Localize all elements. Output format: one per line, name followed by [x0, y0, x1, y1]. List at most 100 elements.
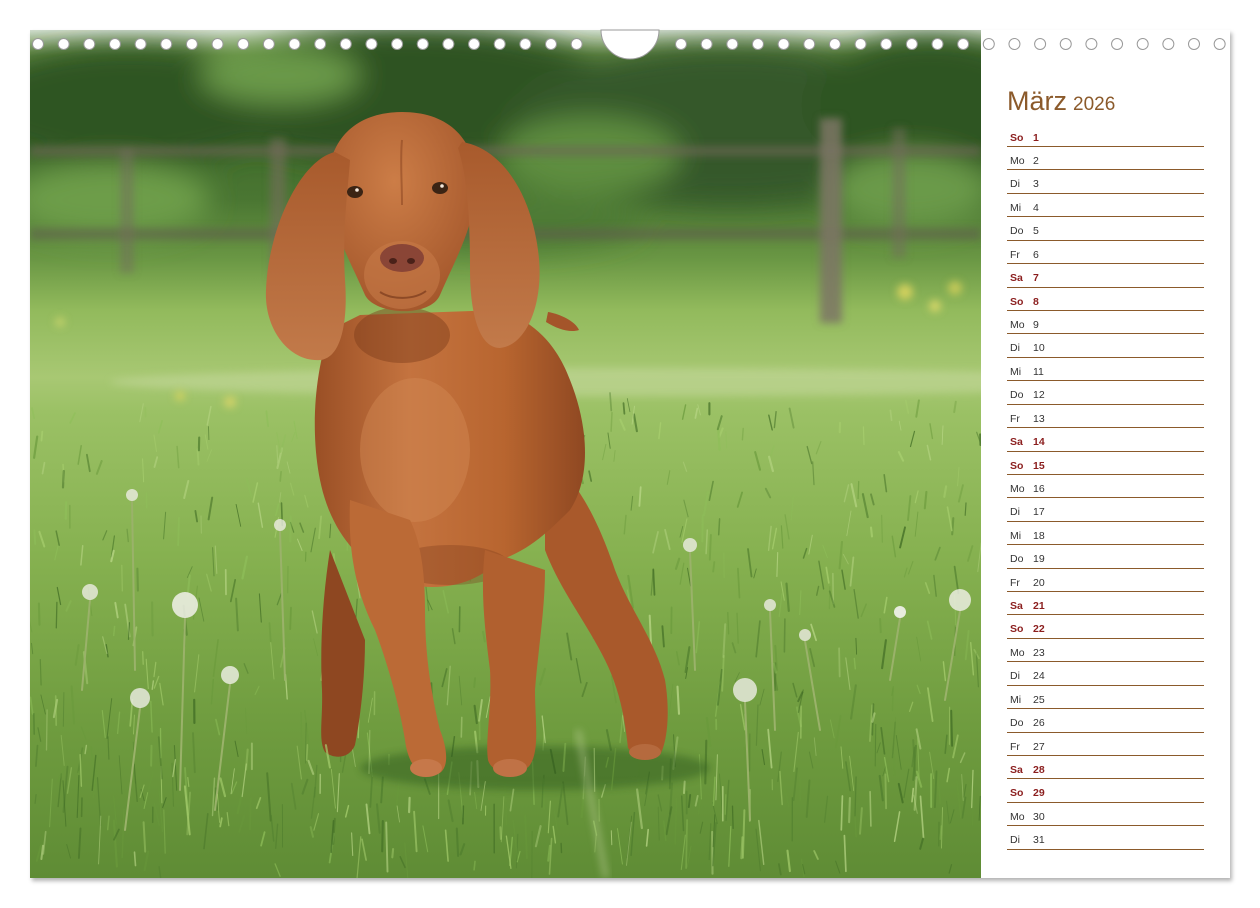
binding-hole — [726, 38, 739, 50]
grass-blade — [268, 622, 272, 643]
grass-blade — [712, 561, 716, 573]
day-number: 31 — [1033, 834, 1045, 847]
day-row: Do 19 — [1007, 545, 1204, 569]
day-number: 27 — [1033, 740, 1045, 753]
grass-blade — [40, 430, 44, 442]
day-row: Di 24 — [1007, 662, 1204, 686]
binding-hole — [211, 38, 224, 50]
weekday-label: Mo — [1010, 318, 1025, 331]
binding-hole — [1034, 38, 1047, 50]
grass-blade — [727, 611, 730, 635]
binding-hole — [57, 38, 70, 50]
grass-blade — [289, 606, 292, 630]
calendar-panel: März 2026 So 1 Mo 2 Di 3 Mi 4 Do 5 Fr 6 Sa 7 So 8 Mo 9 Di 10… — [981, 30, 1230, 878]
weekday-label: Fr — [1010, 412, 1020, 425]
grass-blade — [37, 602, 41, 626]
weekday-label: Mo — [1010, 482, 1025, 495]
binding-hole — [416, 38, 429, 50]
binding-hole — [854, 38, 867, 50]
dandelion-seedhead — [733, 678, 757, 702]
dog-throat-shadow — [354, 307, 450, 363]
day-number: 21 — [1033, 600, 1045, 613]
dog-front-leg-right — [482, 550, 545, 774]
weekday-label: Sa — [1010, 272, 1023, 285]
hanger-notch — [600, 29, 660, 60]
day-number: 10 — [1033, 342, 1045, 355]
grass-blade — [964, 502, 967, 516]
day-number: 15 — [1033, 459, 1045, 472]
photo-canvas — [30, 30, 981, 878]
dandelion-seedhead — [274, 519, 286, 531]
day-row: Do 12 — [1007, 381, 1204, 405]
binding-hole — [931, 38, 944, 50]
puppy-photo — [30, 30, 981, 878]
day-row: Mi 25 — [1007, 686, 1204, 710]
grass-blade — [879, 618, 882, 634]
weekday-label: So — [1010, 131, 1024, 144]
grass-blade — [840, 795, 844, 831]
grass-blade — [33, 529, 37, 545]
day-number: 9 — [1033, 318, 1039, 331]
grass-blade — [874, 723, 877, 767]
weekday-label: So — [1010, 787, 1024, 800]
day-row: Mo 30 — [1007, 803, 1204, 827]
binding-hole — [777, 38, 790, 50]
grass-blade — [891, 688, 894, 712]
binding-hole — [570, 38, 583, 50]
binding-hole — [1136, 38, 1149, 50]
grass-blade — [55, 601, 58, 629]
weekday-label: Sa — [1010, 436, 1023, 449]
grass-blade — [950, 709, 954, 747]
day-row: Fr 6 — [1007, 241, 1204, 265]
day-list: So 1 Mo 2 Di 3 Mi 4 Do 5 Fr 6 Sa 7 So 8 Mo 9 Di 10 Mi 11 Do 12 F… — [1007, 124, 1204, 850]
weekday-label: Di — [1010, 506, 1020, 519]
grass-blade — [279, 470, 282, 482]
grass-blade — [881, 514, 883, 543]
binding-hole — [751, 38, 764, 50]
grass-blade — [717, 518, 721, 536]
weekday-label: Do — [1010, 225, 1024, 238]
grass-blade — [391, 847, 395, 859]
day-row: Mi 18 — [1007, 522, 1204, 546]
grass-blade — [724, 794, 727, 815]
grass-blade — [622, 402, 626, 415]
grass-blade — [64, 501, 68, 520]
dandelion-seedhead — [130, 688, 150, 708]
binding-hole — [442, 38, 455, 50]
day-row: Mo 9 — [1007, 311, 1204, 335]
binding-hole — [262, 38, 275, 50]
day-number: 7 — [1033, 272, 1039, 285]
weekday-label: Mi — [1010, 529, 1022, 542]
grass-blade — [305, 743, 309, 761]
grass-blade — [725, 431, 728, 449]
grass-blade — [610, 830, 613, 846]
grass-blade — [676, 685, 681, 715]
weekday-label: Do — [1010, 717, 1024, 730]
day-row: So 15 — [1007, 452, 1204, 475]
day-row: Di 10 — [1007, 334, 1204, 358]
grass-blade — [593, 747, 596, 792]
grass-blade — [783, 618, 786, 653]
day-row: Mi 4 — [1007, 194, 1204, 218]
day-number: 13 — [1033, 412, 1045, 425]
grass-blade — [305, 722, 307, 764]
grass-blade — [838, 647, 841, 678]
grass-blade — [462, 805, 465, 825]
grass-blade — [889, 409, 893, 422]
dandelion-seedhead — [764, 599, 776, 611]
calendar-page: März 2026 So 1 Mo 2 Di 3 Mi 4 Do 5 Fr 6 Sa 7 So 8 Mo 9 Di 10… — [30, 29, 1230, 878]
grass-blade — [610, 411, 613, 432]
day-row: So 1 — [1007, 124, 1204, 148]
day-row: Sa 7 — [1007, 264, 1204, 288]
binding-hole — [1059, 38, 1072, 50]
dog-chest-highlight — [360, 378, 470, 522]
binding-hole — [339, 38, 352, 50]
binding-hole — [493, 38, 506, 50]
grass-blade — [408, 796, 411, 814]
day-row: Do 26 — [1007, 709, 1204, 733]
binding-hole — [803, 38, 816, 50]
grass-blade — [133, 851, 137, 867]
weekday-label: So — [1010, 459, 1024, 472]
day-row: So 8 — [1007, 288, 1204, 311]
day-row: Sa 14 — [1007, 428, 1204, 452]
